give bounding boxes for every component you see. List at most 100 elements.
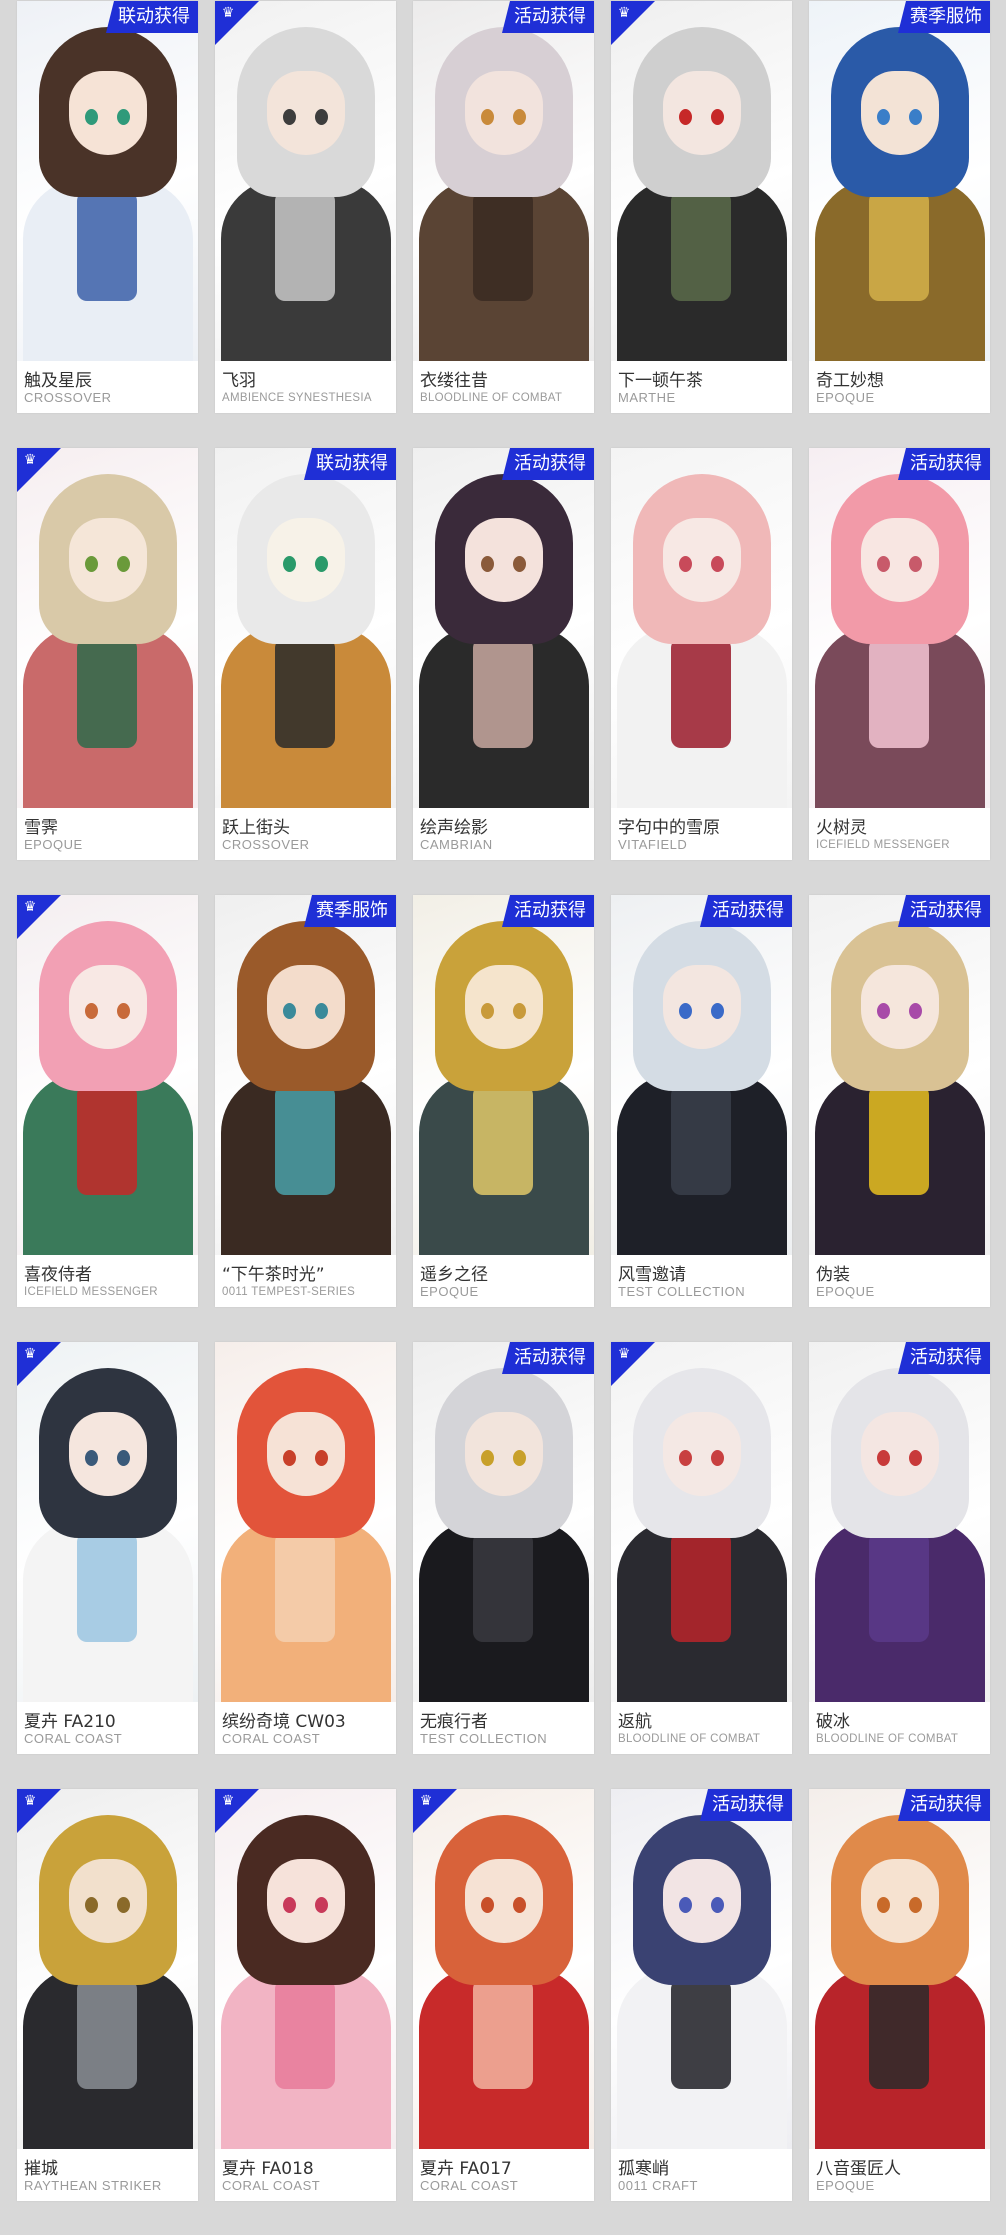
character-face: [267, 965, 345, 1049]
skin-card[interactable]: ♛ 夏卉 FA210 CORAL COAST: [17, 1342, 198, 1754]
source-badge: 联动获得: [106, 1, 198, 33]
character-eye: [909, 1003, 922, 1019]
skin-card[interactable]: 活动获得遥乡之径 EPOQUE: [413, 895, 594, 1307]
outfit-accent: [77, 1085, 137, 1195]
outfit-accent: [473, 638, 533, 748]
card-caption: 伪装 EPOQUE: [809, 1255, 990, 1307]
card-caption: 跃上街头 CROSSOVER: [215, 808, 396, 860]
skin-card[interactable]: ♛ 飞羽 AMBIENCE SYNESTHESIA: [215, 1, 396, 413]
skin-series: CROSSOVER: [24, 390, 112, 405]
source-badge: 活动获得: [502, 895, 594, 927]
character-eye: [711, 1450, 724, 1466]
character-face: [69, 71, 147, 155]
limited-crest-badge: ♛: [17, 448, 61, 492]
skin-card[interactable]: 活动获得 孤寒峭 0011 CRAFT: [611, 1789, 792, 2201]
skin-artwork: [215, 448, 396, 808]
character-face: [69, 518, 147, 602]
skin-name: 八音蛋匠人: [816, 2159, 901, 2179]
character-face: [861, 71, 939, 155]
skin-card[interactable]: 活动获得 绘声绘影 CAMBRIAN: [413, 448, 594, 860]
skin-card[interactable]: 活动获得 八音蛋匠人 EPOQUE: [809, 1789, 990, 2201]
outfit-accent: [671, 638, 731, 748]
character-eye: [85, 1897, 98, 1913]
limited-crest-badge: ♛: [17, 895, 61, 939]
character-eye: [481, 1897, 494, 1913]
skin-series: CROSSOVER: [222, 837, 310, 852]
skin-card[interactable]: 活动获得 无痕行者 TEST COLLECTION: [413, 1342, 594, 1754]
source-badge: 活动获得: [502, 1342, 594, 1374]
skin-card[interactable]: 活动获得 衣缕往昔 BLOODLINE OF COMBAT: [413, 1, 594, 413]
skin-artwork: [17, 1342, 198, 1702]
character-eye: [909, 1897, 922, 1913]
skin-series: EPOQUE: [816, 1284, 875, 1299]
skin-artwork: [215, 1, 396, 361]
crest-icon: ♛: [617, 1345, 631, 1361]
skin-name: 无痕行者: [420, 1712, 488, 1732]
character-eye: [117, 1450, 130, 1466]
character-eye: [513, 1897, 526, 1913]
character-eye: [117, 1897, 130, 1913]
skin-series: ICEFIELD MESSENGER: [24, 1286, 158, 1298]
card-caption: 字句中的雪原 VITAFIELD: [611, 808, 792, 860]
character-eye: [85, 109, 98, 125]
skin-card[interactable]: 缤纷奇境 CW03 CORAL COAST: [215, 1342, 396, 1754]
skin-card[interactable]: 联动获得 跃上街头 CROSSOVER: [215, 448, 396, 860]
skin-name: 跃上街头: [222, 818, 290, 838]
skin-series: CORAL COAST: [222, 1731, 321, 1746]
skin-card[interactable]: 赛季服饰 奇工妙想 EPOQUE: [809, 1, 990, 413]
skin-series: TEST COLLECTION: [618, 1284, 746, 1299]
outfit-accent: [77, 191, 137, 301]
limited-crest-badge: ♛: [215, 1789, 259, 1833]
character-eye: [679, 109, 692, 125]
crest-icon: ♛: [23, 451, 37, 467]
outfit-accent: [869, 1979, 929, 2089]
character-face: [861, 1412, 939, 1496]
skin-card[interactable]: ♛ 下一顿午茶 MARTHE: [611, 1, 792, 413]
card-caption: 遥乡之径 EPOQUE: [413, 1255, 594, 1307]
skin-card[interactable]: 活动获得 破冰 BLOODLINE OF COMBAT: [809, 1342, 990, 1754]
skin-artwork: [413, 1342, 594, 1702]
skin-card[interactable]: 活动获得 风雪邀请 TEST COLLECTION: [611, 895, 792, 1307]
source-badge: 活动获得: [700, 895, 792, 927]
skin-name: 火树灵: [816, 818, 867, 838]
skin-card[interactable]: 字句中的雪原 VITAFIELD: [611, 448, 792, 860]
skin-artwork: [413, 1, 594, 361]
skin-card[interactable]: ♛ 返航 BLOODLINE OF COMBAT: [611, 1342, 792, 1754]
character-eye: [679, 1003, 692, 1019]
character-eye: [481, 1003, 494, 1019]
character-face: [267, 71, 345, 155]
skin-name: 衣缕往昔: [420, 371, 488, 391]
skin-series: 0011 TEMPEST-SERIES: [222, 1286, 356, 1298]
skin-card[interactable]: ♛ 喜夜侍者 ICEFIELD MESSENGER: [17, 895, 198, 1307]
skin-card[interactable]: ♛ 雪霁 EPOQUE: [17, 448, 198, 860]
character-eye: [117, 1003, 130, 1019]
skin-name: 奇工妙想: [816, 371, 884, 391]
skin-series: RAYTHEAN STRIKER: [24, 2178, 162, 2193]
skin-card[interactable]: 活动获得 伪装 EPOQUE: [809, 895, 990, 1307]
skin-card[interactable]: ♛ 摧城 RAYTHEAN STRIKER: [17, 1789, 198, 2201]
card-caption: 八音蛋匠人 EPOQUE: [809, 2149, 990, 2201]
card-caption: 摧城 RAYTHEAN STRIKER: [17, 2149, 198, 2201]
character-face: [465, 518, 543, 602]
limited-crest-badge: ♛: [413, 1789, 457, 1833]
skin-card[interactable]: ♛ 夏卉 FA018 CORAL COAST: [215, 1789, 396, 2201]
character-face: [69, 965, 147, 1049]
card-caption: “下午茶时光” 0011 TEMPEST-SERIES: [215, 1255, 396, 1307]
skin-series: BLOODLINE OF COMBAT: [618, 1733, 761, 1745]
outfit-accent: [671, 191, 731, 301]
skin-card[interactable]: ♛ 夏卉 FA017 CORAL COAST: [413, 1789, 594, 2201]
outfit-accent: [77, 1979, 137, 2089]
skin-card[interactable]: 赛季服饰 “下午茶时光” 0011 TEMPEST-SERIES: [215, 895, 396, 1307]
source-badge: 活动获得: [502, 448, 594, 480]
skin-card[interactable]: 活动获得 火树灵 ICEFIELD MESSENGER: [809, 448, 990, 860]
skin-artwork: [17, 1789, 198, 2149]
skin-gallery-grid: 联动获得 触及星辰 CROSSOVER ♛ 飞羽 AMBIENCE SYNESTHESIA…: [0, 0, 1006, 2235]
character-eye: [481, 556, 494, 572]
character-face: [267, 1859, 345, 1943]
card-caption: 夏卉 FA210 CORAL COAST: [17, 1702, 198, 1754]
skin-artwork: [809, 1, 990, 361]
skin-card[interactable]: 联动获得 触及星辰 CROSSOVER: [17, 1, 198, 413]
outfit-accent: [869, 638, 929, 748]
character-face: [69, 1412, 147, 1496]
source-badge: 活动获得: [898, 1342, 990, 1374]
